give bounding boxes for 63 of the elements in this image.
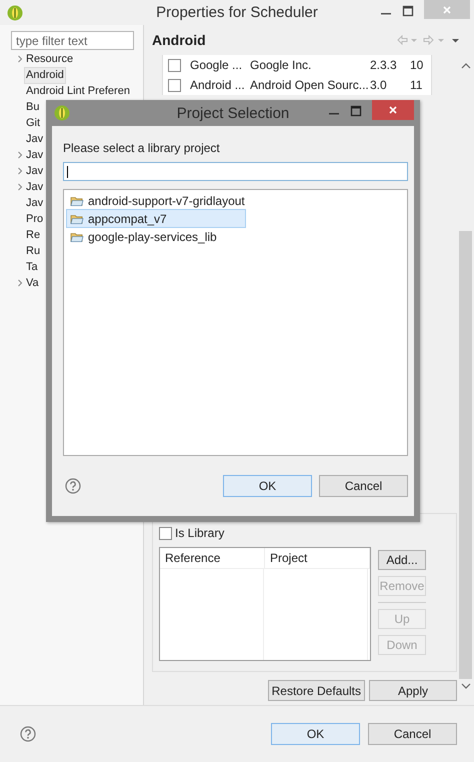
- scroll-up-icon[interactable]: [460, 63, 470, 69]
- dialog-button[interactable]: Cancel: [319, 475, 408, 497]
- action-button[interactable]: Apply: [369, 680, 457, 701]
- app-logo-icon: [7, 4, 23, 20]
- expand-chevron-icon[interactable]: [17, 55, 23, 63]
- project-item[interactable]: android-support-v7-gridlayout: [67, 192, 245, 209]
- filter-field[interactable]: type filter text: [11, 31, 134, 50]
- tree-item[interactable]: Resource: [25, 52, 74, 66]
- table-cell-text: Google ...: [189, 58, 244, 72]
- project-item[interactable]: google-play-services_lib: [67, 228, 245, 245]
- help-icon[interactable]: [20, 726, 36, 742]
- table-cell-text: 2.3.3: [369, 58, 398, 72]
- expand-chevron-icon[interactable]: [17, 151, 23, 159]
- checkbox[interactable]: [168, 78, 180, 92]
- table-cell-text: 10: [409, 58, 424, 72]
- folder-icon: [70, 230, 84, 242]
- window-title: Properties for Scheduler: [155, 4, 319, 21]
- app-logo-icon: [54, 105, 70, 121]
- tree-item[interactable]: Re: [25, 228, 42, 242]
- close-icon: [442, 4, 452, 14]
- checkbox[interactable]: [168, 58, 180, 72]
- maximize-icon[interactable]: [350, 105, 362, 117]
- expand-chevron-icon[interactable]: [17, 183, 23, 191]
- dialog-button[interactable]: OK: [271, 723, 360, 745]
- close-button[interactable]: [372, 100, 414, 120]
- tree-item[interactable]: Android: [25, 68, 65, 82]
- scrollbar-thumb[interactable]: [459, 231, 472, 679]
- column-header[interactable]: Project: [265, 548, 370, 568]
- help-icon[interactable]: [65, 478, 81, 494]
- tree-item[interactable]: Ta: [25, 260, 39, 274]
- folder-icon: [70, 212, 84, 224]
- tree-item[interactable]: Jav: [25, 180, 44, 194]
- project-item[interactable]: appcompat_v7: [67, 210, 245, 227]
- side-button[interactable]: Add...: [378, 550, 426, 570]
- tree-item[interactable]: Android Lint Preferen: [25, 84, 131, 98]
- dialog-button[interactable]: OK: [223, 475, 312, 497]
- prompt-label: Please select a library project: [63, 140, 221, 156]
- tree-item[interactable]: Jav: [25, 148, 44, 162]
- table-cell-text: Google Inc.: [249, 58, 312, 72]
- tree-item[interactable]: Bu: [25, 100, 40, 114]
- table-cell-text: Android ...: [189, 78, 245, 92]
- scroll-down-icon[interactable]: [460, 683, 470, 689]
- dialog-button[interactable]: Cancel: [368, 723, 457, 745]
- column-header[interactable]: Reference: [160, 548, 265, 568]
- close-icon: [388, 105, 398, 115]
- search-field[interactable]: [63, 162, 408, 181]
- maximize-icon[interactable]: [402, 5, 414, 17]
- tree-item[interactable]: Jav: [25, 196, 44, 210]
- dialog-title: Project Selection: [176, 104, 290, 122]
- page-title: Android: [152, 32, 206, 48]
- tree-item[interactable]: Jav: [25, 132, 44, 146]
- folder-icon: [70, 194, 84, 206]
- action-button[interactable]: Restore Defaults: [268, 680, 365, 701]
- tree-item[interactable]: Ru: [25, 244, 42, 258]
- tree-item[interactable]: Git: [25, 116, 42, 130]
- expand-chevron-icon[interactable]: [17, 167, 23, 175]
- table-cell-text: 11: [409, 78, 424, 92]
- checkbox-label: Is Library: [175, 526, 224, 540]
- checkbox[interactable]: [159, 526, 172, 540]
- expand-chevron-icon[interactable]: [17, 279, 23, 287]
- tree-item[interactable]: Va: [25, 276, 40, 290]
- tree-item[interactable]: Pro: [25, 212, 44, 226]
- tree-item[interactable]: Jav: [25, 164, 44, 178]
